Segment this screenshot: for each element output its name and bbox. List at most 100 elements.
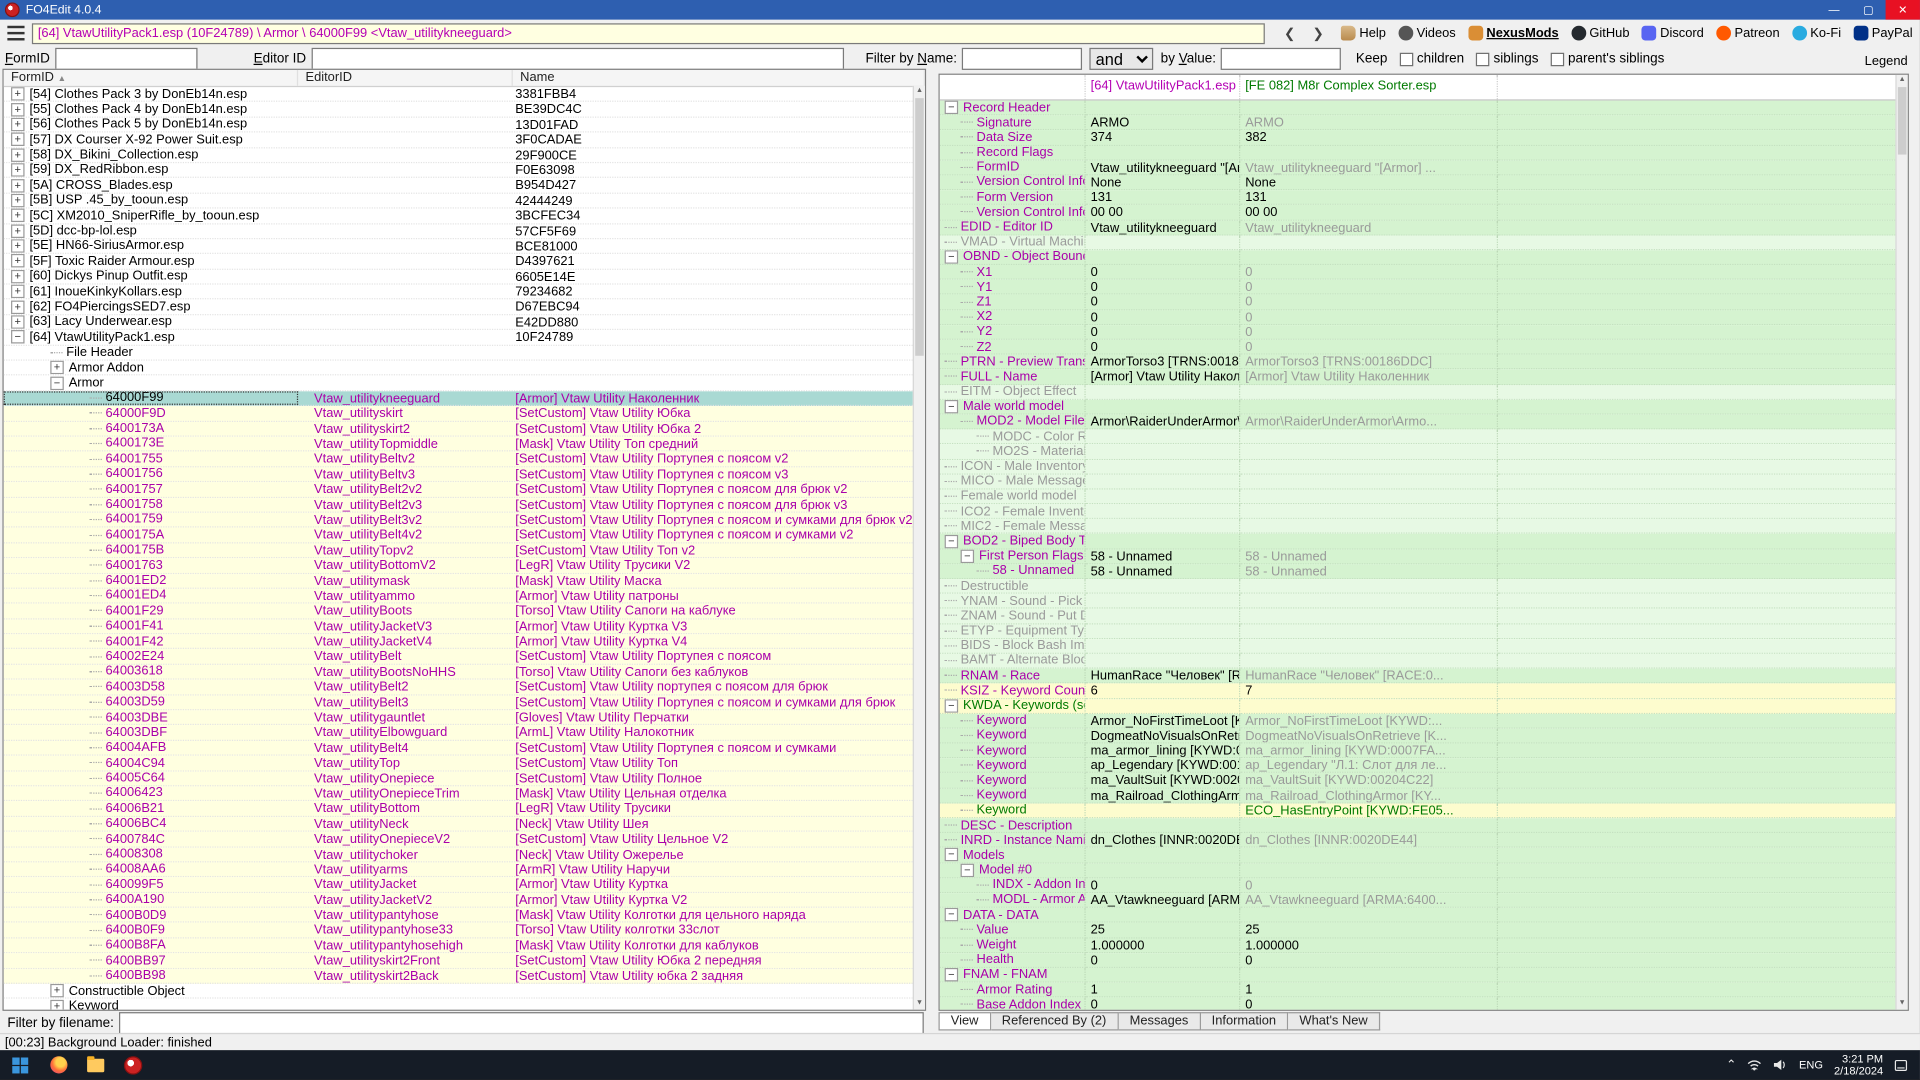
record-row[interactable]: Z100 [940,295,1908,310]
record-row[interactable]: X200 [940,310,1908,325]
record-row[interactable]: −Record Header [940,101,1908,116]
tree-row[interactable]: 64001F41Vtaw_utilityJacketV3[Armor] Vtaw… [4,619,925,634]
browser-taskbar-icon[interactable] [49,1055,69,1075]
tree-row[interactable]: 64008308Vtaw_utilitychoker[Neck] Vtaw Ut… [4,847,925,862]
expander-expand-icon[interactable]: + [11,133,24,146]
record-row[interactable]: RNAM - RaceHumanRace "Человек" [RACE:0..… [940,669,1908,684]
record-row[interactable]: MIC2 - Female Message Icon [940,519,1908,534]
tree-row[interactable]: 64005C64Vtaw_utilityOnepiece[SetCustom] … [4,771,925,786]
toolbar-link-discord[interactable]: Discord [1642,26,1704,41]
plugin1-column-header[interactable]: [64] VtawUtilityPack1.esp [1086,75,1241,100]
fo4edit-taskbar-icon[interactable] [123,1055,143,1075]
record-row[interactable]: X100 [940,265,1908,280]
expander-expand-icon[interactable]: + [11,315,24,328]
expander-expand-icon[interactable]: + [11,239,24,252]
record-row[interactable]: Version Control Info 200 0000 00 [940,205,1908,220]
tree-row[interactable]: 6400173AVtaw_utilityskirt2[SetCustom] Vt… [4,422,925,437]
record-row[interactable]: EITM - Object Effect [940,385,1908,400]
tab-messages[interactable]: Messages [1119,1012,1201,1030]
scroll-up-icon[interactable]: ▲ [914,86,925,97]
tree-row[interactable]: 64003D59Vtaw_utilityBelt3[SetCustom] Vta… [4,695,925,710]
record-row[interactable]: INRD - Instance Namingdn_Clothes [INNR:0… [940,833,1908,848]
record-row[interactable]: KeywordDogmeatNoVisualsOnRetrieve [K...D… [940,729,1908,744]
tree-row[interactable]: 64000F9DVtaw_utilityskirt[SetCustom] Vta… [4,406,925,421]
tree-row[interactable]: +[60] Dickys Pinup Outfit.esp6605E14E [4,270,925,285]
record-row[interactable]: MODL - Armor AddonAA_Vtawkneeguard [ARMA… [940,893,1908,908]
expander-collapse-icon[interactable]: − [961,863,974,876]
tree-row[interactable]: 6400BB97Vtaw_utilityskirt2Front[SetCusto… [4,954,925,969]
tree-row[interactable]: +[62] FO4PiercingsSED7.espD67EBC94 [4,300,925,315]
maximize-button[interactable]: ▢ [1851,0,1885,20]
tree-row[interactable]: +[5F] Toxic Raider Armour.espD4397621 [4,254,925,269]
record-row[interactable]: Data Size374382 [940,131,1908,146]
record-row[interactable]: Weight1.0000001.000000 [940,938,1908,953]
tree-row[interactable]: 64001ED4Vtaw_utilityammo[Armor] Vtaw Uti… [4,589,925,604]
record-row[interactable]: Health00 [940,953,1908,968]
expander-expand-icon[interactable]: + [11,270,24,283]
tree-row[interactable]: 64001755Vtaw_utilityBeltv2[SetCustom] Vt… [4,452,925,467]
plugin2-column-header[interactable]: [FE 082] M8r Complex Sorter.esp [1240,75,1498,100]
filter-filename-input[interactable] [119,1011,924,1033]
record-row[interactable]: ZNAM - Sound - Put Down [940,609,1908,624]
tree-row[interactable]: +[5D] dcc-bp-lol.esp57CF5F69 [4,224,925,239]
tree-row[interactable]: −Armor [4,376,925,391]
record-row[interactable]: −First Person Flags (sorted)58 - Unnamed… [940,549,1908,564]
tree-row[interactable]: +[5C] XM2010_SniperRifle_by_tooun.esp3BC… [4,209,925,224]
record-row[interactable]: −Model #0 [940,863,1908,878]
scroll-up-icon[interactable]: ▲ [1897,75,1908,86]
record-row[interactable]: Keywordma_VaultSuit [KYWD:00204C22]ma_Va… [940,773,1908,788]
tree-row[interactable]: 64006B21Vtaw_utilityBottom[LegR] Vtaw Ut… [4,802,925,817]
tree-row[interactable]: 64001F42Vtaw_utilityJacketV4[Armor] Vtaw… [4,634,925,649]
tree-row[interactable]: 64006BC4Vtaw_utilityNeck[Neck] Vtaw Util… [4,817,925,832]
record-row[interactable]: FULL - Name[Armor] Vtaw Utility Наколенн… [940,370,1908,385]
tray-expand-icon[interactable]: ⌃ [1726,1058,1736,1071]
expander-collapse-icon[interactable]: − [961,549,974,562]
tree-row[interactable]: 64001ED2Vtaw_utilitymask[Mask] Vtaw Util… [4,574,925,589]
tab-referenced-by-2-[interactable]: Referenced By (2) [991,1012,1119,1030]
formid-input[interactable] [55,48,197,70]
expander-expand-icon[interactable]: + [11,300,24,313]
record-row[interactable]: Y100 [940,280,1908,295]
expander-expand-icon[interactable]: + [11,179,24,192]
tree-row[interactable]: 6400175BVtaw_utilityTopv2[SetCustom] Vta… [4,543,925,558]
record-row[interactable]: KSIZ - Keyword Count67 [940,684,1908,699]
record-row[interactable]: Y200 [940,325,1908,340]
record-row[interactable]: INDX - Addon Index00 [940,878,1908,893]
expander-expand-icon[interactable]: + [11,163,24,176]
tree-row[interactable]: 64001756Vtaw_utilityBeltv3[SetCustom] Vt… [4,467,925,482]
record-row[interactable]: PTRN - Preview TransformArmorTorso3 [TRN… [940,355,1908,370]
filter-value-input[interactable] [1221,48,1341,70]
tree-row[interactable]: File Header [4,346,925,361]
tree-row[interactable]: +[58] DX_Bikini_Collection.esp29F900CE [4,148,925,163]
tree-row[interactable]: 6400BB98Vtaw_utilityskirt2Back[SetCustom… [4,969,925,984]
record-row[interactable]: −KWDA - Keywords (sorted) [940,699,1908,714]
record-row[interactable]: EDID - Editor IDVtaw_utilitykneeguardVta… [940,220,1908,235]
editorid-input[interactable] [311,48,843,70]
keep-parents-siblings-checkbox[interactable] [1551,52,1564,65]
tree-row[interactable]: +[55] Clothes Pack 4 by DonEb14n.espBE39… [4,102,925,117]
record-row[interactable]: YNAM - Sound - Pick Up [940,594,1908,609]
expander-collapse-icon[interactable]: − [945,699,958,712]
record-row[interactable]: SignatureARMOARMO [940,116,1908,131]
record-row[interactable]: −Models [940,848,1908,863]
tree-row[interactable]: −[64] VtawUtilityPack1.esp10F24789 [4,330,925,345]
tree-row[interactable]: +[57] DX Courser X-92 Power Suit.esp3F0C… [4,133,925,148]
legend-link[interactable]: Legend [1865,54,1908,69]
tree-row[interactable]: 6400A190Vtaw_utilityJacketV2[Armor] Vtaw… [4,893,925,908]
expander-expand-icon[interactable]: + [11,87,24,100]
record-row[interactable]: VMAD - Virtual Machine Ada... [940,235,1908,250]
editorid-column-header[interactable]: EditorID [298,70,513,86]
expander-collapse-icon[interactable]: − [945,848,958,861]
scroll-down-icon[interactable]: ▼ [914,999,925,1010]
filter-operator-select[interactable]: and [1090,48,1154,70]
record-row[interactable]: BIDS - Block Bash Impact Dat... [940,639,1908,654]
tree-row[interactable]: +[61] InoueKinkyKollars.esp79234682 [4,285,925,300]
tree-vertical-scrollbar[interactable]: ▲ ▼ [913,86,925,1010]
file-explorer-taskbar-icon[interactable] [86,1055,106,1075]
record-row[interactable]: Value2525 [940,923,1908,938]
record-row[interactable]: −DATA - DATA [940,908,1908,923]
tree-row[interactable]: 640099F5Vtaw_utilityJacket[Armor] Vtaw U… [4,878,925,893]
record-row[interactable]: Form Version131131 [940,190,1908,205]
toolbar-link-patreon[interactable]: Patreon [1716,26,1780,41]
record-path-bar[interactable]: [64] VtawUtilityPack1.esp (10F24789) \ A… [32,23,1265,44]
